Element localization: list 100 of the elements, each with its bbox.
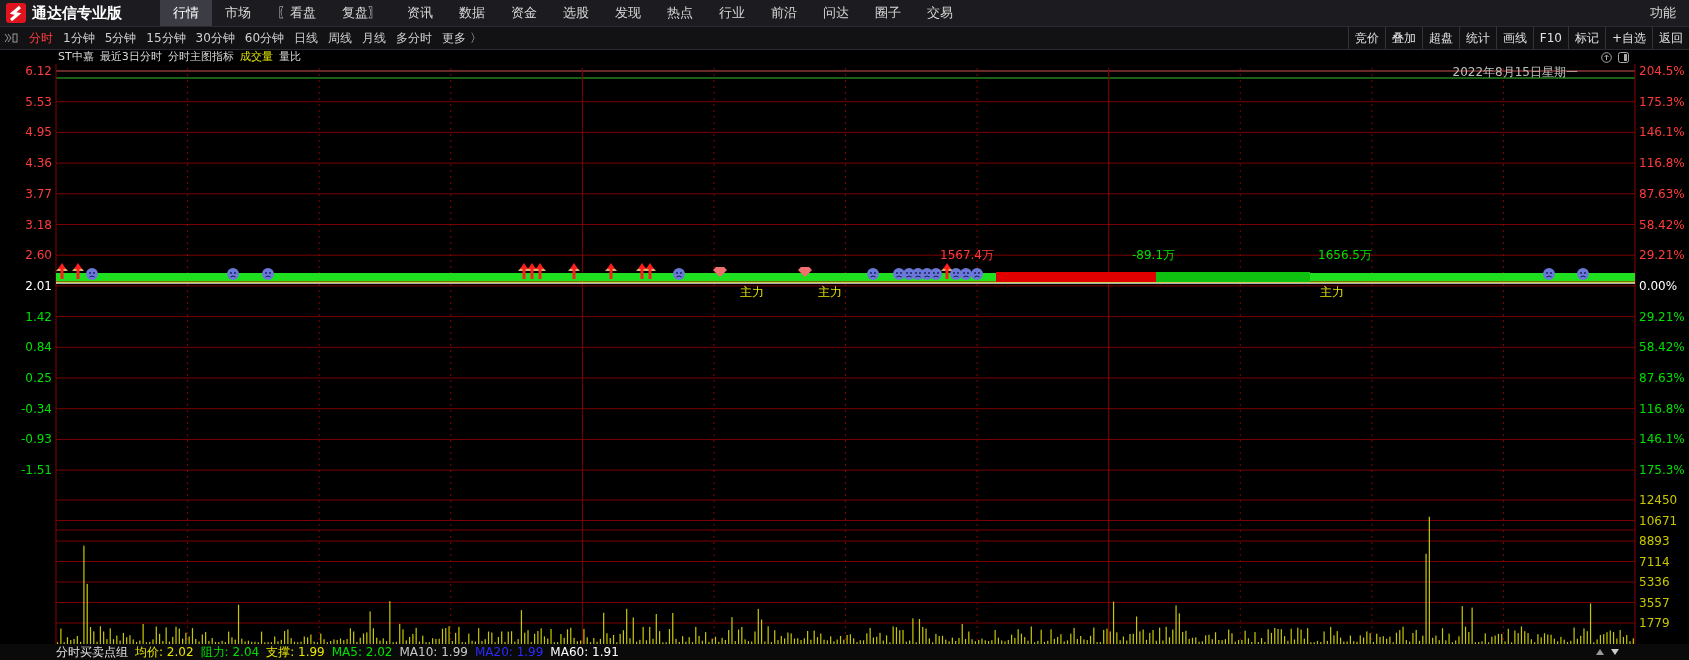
change-tick: 87.63%	[1639, 371, 1685, 385]
sad-face-icon	[262, 268, 274, 280]
sad-face-icon	[960, 268, 972, 280]
menu-tab[interactable]: 〖看盘	[264, 0, 329, 26]
change-tick: 0.00%	[1639, 278, 1678, 293]
volume-tick: 3557	[1639, 595, 1670, 610]
price-tick: 4.36	[25, 156, 52, 171]
indicator-value: 均价: 2.02	[135, 643, 194, 660]
collapse-icon[interactable]	[4, 33, 18, 43]
change-tick: 116.8%	[1639, 401, 1685, 416]
menu-tab[interactable]: 热点	[654, 0, 706, 26]
caret-down-icon[interactable]	[1611, 649, 1619, 655]
volume-tick: 1779	[1639, 616, 1670, 630]
fund-flow-label: 1567.4万	[940, 248, 994, 262]
price-tick: 0.25	[25, 371, 52, 385]
period-tab[interactable]: 多分时	[391, 29, 438, 47]
sad-face-icon	[867, 268, 879, 280]
change-tick: 146.1%	[1639, 125, 1685, 140]
stock-name: ST中嘉	[58, 50, 94, 64]
date-label: 2022年8月15日星期一	[1452, 65, 1578, 79]
period-tab[interactable]: 分时	[24, 29, 58, 47]
price-tick: 3.18	[25, 217, 52, 232]
main-force-label: 主力	[1320, 285, 1344, 299]
menu-tab[interactable]: 数据	[446, 0, 498, 26]
period-tab[interactable]: 15分钟	[141, 29, 191, 47]
volume-tick: 7114	[1639, 554, 1670, 569]
indicator-value: MA20: 1.99	[474, 645, 544, 659]
change-tick: 175.3%	[1639, 94, 1685, 109]
price-tick: -0.93	[20, 432, 52, 447]
fund-flow-label: 1656.5万	[1318, 248, 1372, 262]
sad-face-icon	[950, 268, 962, 280]
indicator-label: 分时主图指标	[167, 50, 234, 64]
menu-tab[interactable]: 前沿	[758, 0, 810, 26]
up-arrow-icon	[644, 263, 656, 279]
change-tick: 29.21%	[1639, 248, 1685, 263]
menu-tab[interactable]: 行业	[706, 0, 758, 26]
menu-tab[interactable]: 选股	[550, 0, 602, 26]
price-tick: 2.01	[25, 278, 52, 293]
indicator-value: 阻力: 2.04	[200, 643, 260, 660]
menu-tab[interactable]: 问达	[810, 0, 862, 26]
menu-tab[interactable]: 复盘〗	[329, 0, 394, 26]
menu-tab[interactable]: 资讯	[394, 0, 446, 26]
menu-tab[interactable]: 行情	[160, 0, 212, 26]
up-arrow-icon	[56, 263, 68, 279]
volume-label: 成交量	[239, 50, 273, 64]
period-tab[interactable]: 月线	[357, 29, 392, 47]
price-tick: 0.84	[25, 340, 52, 355]
upload-icon[interactable]	[1601, 51, 1612, 63]
volume-tick: 8893	[1639, 534, 1670, 548]
change-tick: 146.1%	[1639, 432, 1685, 447]
function-menu[interactable]: 功能	[1637, 0, 1689, 26]
up-arrow-icon	[534, 263, 546, 279]
indicator-value: 支撑: 1.99	[266, 643, 325, 660]
sad-face-icon	[971, 268, 983, 280]
gem-icon	[798, 267, 812, 277]
change-tick: 29.21%	[1639, 309, 1685, 324]
period-tab[interactable]: 更多 〉	[437, 29, 487, 47]
period-tab[interactable]: 1分钟	[58, 29, 100, 47]
indicator-value: MA5: 2.02	[331, 645, 393, 659]
volume-tick: 12450	[1639, 493, 1678, 507]
menu-tab[interactable]: 圈子	[862, 0, 914, 26]
up-arrow-icon	[568, 263, 580, 279]
period-tab[interactable]: 5分钟	[99, 29, 142, 47]
price-tick: 4.95	[25, 125, 52, 140]
price-tick: -0.34	[20, 401, 52, 416]
main-force-label: 主力	[818, 285, 842, 299]
panel-icon[interactable]	[1618, 51, 1629, 63]
indicator-value: MA10: 1.99	[399, 645, 468, 659]
range-label: 最近3日分时	[99, 50, 162, 64]
price-tick: -1.51	[20, 463, 52, 478]
up-arrow-icon	[605, 263, 617, 279]
gem-icon	[713, 267, 727, 277]
period-tab[interactable]: 周线	[323, 29, 358, 47]
up-arrow-icon	[72, 263, 84, 279]
period-tab[interactable]: 日线	[289, 29, 324, 47]
menu-tab[interactable]: 市场	[212, 0, 264, 26]
menu-tab[interactable]: 资金	[498, 0, 550, 26]
menu-tab[interactable]: 交易	[914, 0, 966, 26]
price-tick: 5.53	[25, 94, 52, 109]
change-tick: 58.42%	[1639, 340, 1685, 355]
price-tick: 2.60	[25, 248, 52, 263]
indicator-name: 分时买卖点组	[56, 643, 128, 660]
indicator-value: MA60: 1.91	[550, 645, 619, 659]
caret-up-icon[interactable]	[1596, 649, 1604, 655]
sad-face-icon	[227, 268, 239, 280]
price-tick: 1.42	[25, 309, 52, 324]
main-force-label: 主力	[740, 285, 764, 299]
period-tab[interactable]: 60分钟	[239, 29, 290, 47]
period-tab[interactable]: 30分钟	[190, 29, 240, 47]
volume-tick: 10671	[1639, 513, 1678, 528]
change-tick: 87.63%	[1639, 186, 1685, 201]
volume-tick: 5336	[1639, 575, 1670, 589]
change-tick: 116.8%	[1639, 156, 1685, 171]
sad-face-icon	[673, 268, 685, 280]
sad-face-icon	[86, 268, 98, 280]
menu-tab[interactable]: 发现	[602, 0, 654, 26]
fund-flow-label: -89.1万	[1132, 248, 1176, 262]
sad-face-icon	[1577, 268, 1589, 280]
change-tick: 175.3%	[1639, 463, 1685, 478]
sad-face-icon	[893, 268, 905, 280]
